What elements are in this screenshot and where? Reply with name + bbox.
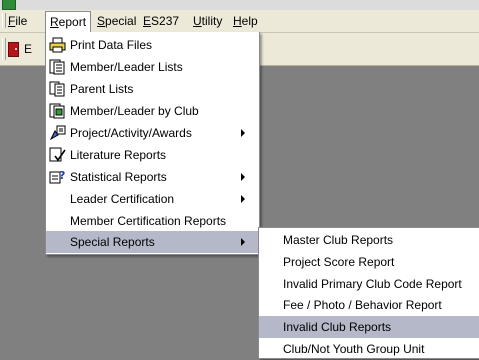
submenu-arrow-icon xyxy=(241,129,245,137)
submenu-arrow-icon xyxy=(241,195,245,203)
menu-item-label: Print Data Files xyxy=(70,38,153,52)
submenu-item-label: Fee / Photo / Behavior Report xyxy=(283,298,442,312)
literature-check-icon xyxy=(49,147,66,163)
menu-help-accel: H xyxy=(233,14,242,28)
menu-item-print-data-files[interactable]: Print Data Files xyxy=(46,34,259,56)
submenu-arrow-icon xyxy=(241,173,245,181)
report-menu: Print Data Files Member/Leader Lists Par… xyxy=(45,32,260,255)
menu-es237-rest: S237 xyxy=(151,14,180,28)
menu-es237-accel: E xyxy=(143,14,152,28)
menu-item-label: Special Reports xyxy=(70,235,155,249)
title-bar xyxy=(0,0,479,10)
menu-utility[interactable]: Utility xyxy=(189,12,226,30)
menu-special[interactable]: Special xyxy=(93,12,140,30)
menu-item-member-certification-reports[interactable]: Member Certification Reports xyxy=(46,210,259,232)
menu-bar: File Report Special ES237 Utility Help xyxy=(0,10,479,33)
menu-report-rest: eport xyxy=(58,15,87,29)
menu-report[interactable]: Report xyxy=(45,11,92,33)
submenu-item-label: Master Club Reports xyxy=(283,233,394,247)
menu-item-label: Member/Leader by Club xyxy=(70,104,199,118)
menu-file[interactable]: File xyxy=(4,12,31,30)
submenu-item-label: Club/Not Youth Group Unit xyxy=(283,342,425,356)
menu-es237[interactable]: ES237 xyxy=(139,12,183,30)
menu-item-label: Member/Leader Lists xyxy=(70,60,183,74)
exit-label: E xyxy=(24,42,33,56)
menu-item-label: Literature Reports xyxy=(70,148,167,162)
menu-item-project-activity-awards[interactable]: Project/Activity/Awards xyxy=(46,122,259,144)
parent-list-icon xyxy=(49,81,66,97)
submenu-item-label: Invalid Club Reports xyxy=(283,320,392,334)
menu-item-special-reports[interactable]: Special Reports xyxy=(46,231,259,253)
submenu-item-fee-photo-behavior-report[interactable]: Fee / Photo / Behavior Report xyxy=(259,294,479,316)
menu-item-label: Member Certification Reports xyxy=(70,214,227,228)
exit-door-icon[interactable] xyxy=(8,42,19,57)
menu-file-rest: ile xyxy=(15,14,28,28)
menu-special-accel: S xyxy=(97,14,106,28)
menu-special-rest: pecial xyxy=(105,14,137,28)
submenu-arrow-icon xyxy=(241,238,245,246)
menu-item-label: Parent Lists xyxy=(70,82,134,96)
submenu-item-master-club-reports[interactable]: Master Club Reports xyxy=(259,229,479,251)
menu-item-statistical-reports[interactable]: ? Statistical Reports xyxy=(46,166,259,188)
menu-item-literature-reports[interactable]: Literature Reports xyxy=(46,144,259,166)
submenu-item-project-score-report[interactable]: Project Score Report xyxy=(259,251,479,273)
menu-item-member-leader-lists[interactable]: Member/Leader Lists xyxy=(46,56,259,78)
door-knob xyxy=(15,48,17,50)
menu-utility-accel: U xyxy=(193,14,202,28)
menu-item-label: Project/Activity/Awards xyxy=(70,126,192,140)
menu-item-member-leader-by-club[interactable]: Member/Leader by Club xyxy=(46,100,259,122)
menu-help[interactable]: Help xyxy=(229,12,262,30)
app-icon xyxy=(2,0,16,10)
svg-text:?: ? xyxy=(59,169,65,182)
submenu-item-label: Invalid Primary Club Code Report xyxy=(283,277,462,291)
submenu-item-invalid-primary-club-code-report[interactable]: Invalid Primary Club Code Report xyxy=(259,273,479,295)
submenu-item-invalid-club-reports[interactable]: Invalid Club Reports xyxy=(259,316,479,338)
toolbar-grip[interactable] xyxy=(2,38,6,60)
menu-item-label: Statistical Reports xyxy=(70,170,167,184)
menu-report-accel: R xyxy=(50,15,59,29)
printer-icon xyxy=(49,37,66,53)
menu-item-leader-certification[interactable]: Leader Certification xyxy=(46,188,259,210)
special-reports-submenu: Master Club Reports Project Score Report… xyxy=(258,227,479,359)
menu-help-rest: elp xyxy=(241,14,258,28)
statistics-icon: ? xyxy=(49,169,66,185)
menu-utility-rest: tility xyxy=(201,14,223,28)
menu-item-parent-lists[interactable]: Parent Lists xyxy=(46,78,259,100)
submenu-item-label: Project Score Report xyxy=(283,255,395,269)
menu-item-label: Leader Certification xyxy=(70,192,175,206)
submenu-item-club-not-youth-group-unit[interactable]: Club/Not Youth Group Unit xyxy=(259,338,479,360)
list-document-icon xyxy=(49,59,66,75)
project-awards-icon xyxy=(49,125,66,141)
club-list-icon xyxy=(49,103,66,119)
